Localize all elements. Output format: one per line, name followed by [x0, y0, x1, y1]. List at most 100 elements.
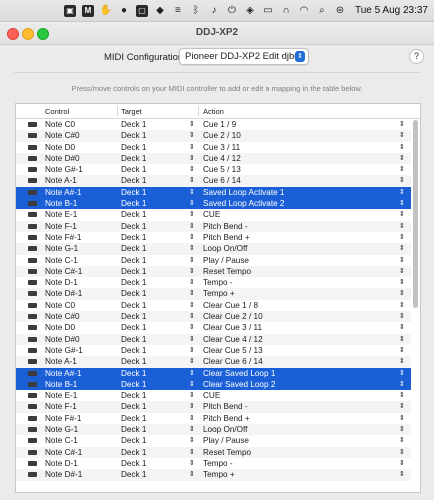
- target-stepper-icon[interactable]: ⇕: [189, 458, 195, 469]
- action-stepper-icon[interactable]: ⇕: [399, 334, 405, 345]
- target-stepper-icon[interactable]: ⇕: [189, 300, 195, 311]
- action-select[interactable]: Saved Loop Activate 1: [203, 187, 284, 198]
- table-row[interactable]: Note F#-1 Deck 1 ⇕ Pitch Bend + ⇕: [16, 232, 411, 243]
- table-row[interactable]: Note D#0 Deck 1 ⇕ Clear Cue 4 / 12 ⇕: [16, 333, 411, 345]
- action-select[interactable]: Clear Saved Loop 2: [203, 379, 275, 390]
- action-stepper-icon[interactable]: ⇕: [399, 469, 405, 480]
- action-select[interactable]: Tempo +: [203, 288, 235, 299]
- target-select[interactable]: Deck 1: [121, 311, 146, 322]
- target-select[interactable]: Deck 1: [121, 345, 146, 356]
- target-stepper-icon[interactable]: ⇕: [189, 209, 195, 220]
- target-stepper-icon[interactable]: ⇕: [189, 356, 195, 367]
- column-header-target[interactable]: Target: [121, 107, 142, 116]
- action-stepper-icon[interactable]: ⇕: [399, 187, 405, 198]
- target-stepper-icon[interactable]: ⇕: [189, 311, 195, 322]
- action-stepper-icon[interactable]: ⇕: [399, 413, 405, 424]
- target-stepper-icon[interactable]: ⇕: [189, 447, 195, 458]
- table-row[interactable]: Note C#0 Deck 1 ⇕ Cue 2 / 10 ⇕: [16, 130, 411, 142]
- table-row[interactable]: Note D#-1 Deck 1 ⇕ Tempo + ⇕: [16, 288, 411, 300]
- action-stepper-icon[interactable]: ⇕: [399, 311, 405, 322]
- action-stepper-icon[interactable]: ⇕: [399, 164, 405, 175]
- target-stepper-icon[interactable]: ⇕: [189, 277, 195, 288]
- drop-icon[interactable]: ◆: [154, 5, 166, 17]
- target-select[interactable]: Deck 1: [121, 277, 146, 288]
- table-row[interactable]: Note E-1 Deck 1 ⇕ CUE ⇕: [16, 209, 411, 220]
- table-row[interactable]: Note A-1 Deck 1 ⇕ Cue 6 / 14 ⇕: [16, 175, 411, 187]
- action-select[interactable]: CUE: [203, 390, 220, 401]
- table-row[interactable]: Note F#-1 Deck 1 ⇕ Pitch Bend + ⇕: [16, 413, 411, 424]
- table-row[interactable]: Note D0 Deck 1 ⇕ Clear Cue 3 / 11 ⇕: [16, 322, 411, 333]
- target-select[interactable]: Deck 1: [121, 164, 146, 175]
- action-select[interactable]: CUE: [203, 209, 220, 220]
- table-row[interactable]: Note D#0 Deck 1 ⇕ Cue 4 / 12 ⇕: [16, 152, 411, 165]
- target-select[interactable]: Deck 1: [121, 209, 146, 220]
- target-select[interactable]: Deck 1: [121, 300, 146, 311]
- target-stepper-icon[interactable]: ⇕: [189, 435, 195, 446]
- action-select[interactable]: Saved Loop Activate 2: [203, 198, 284, 209]
- target-select[interactable]: Deck 1: [121, 435, 146, 446]
- table-row[interactable]: Note C-1 Deck 1 ⇕ Play / Pause ⇕: [16, 435, 411, 446]
- table-row[interactable]: Note A-1 Deck 1 ⇕ Clear Cue 6 / 14 ⇕: [16, 356, 411, 368]
- action-stepper-icon[interactable]: ⇕: [399, 266, 405, 277]
- music-note-icon[interactable]: ♪: [208, 5, 220, 17]
- action-select[interactable]: Pitch Bend +: [203, 232, 250, 243]
- target-stepper-icon[interactable]: ⇕: [189, 142, 195, 153]
- action-stepper-icon[interactable]: ⇕: [399, 458, 405, 469]
- action-select[interactable]: Cue 4 / 12: [203, 153, 241, 164]
- table-row[interactable]: Note D0 Deck 1 ⇕ Cue 3 / 11 ⇕: [16, 142, 411, 153]
- action-stepper-icon[interactable]: ⇕: [399, 255, 405, 266]
- table-row[interactable]: Note G#-1 Deck 1 ⇕ Cue 5 / 13 ⇕: [16, 164, 411, 175]
- action-stepper-icon[interactable]: ⇕: [399, 288, 405, 299]
- target-stepper-icon[interactable]: ⇕: [189, 288, 195, 299]
- action-stepper-icon[interactable]: ⇕: [399, 379, 405, 390]
- action-stepper-icon[interactable]: ⇕: [399, 119, 405, 130]
- hand-icon[interactable]: ✋: [100, 5, 112, 17]
- action-stepper-icon[interactable]: ⇕: [399, 447, 405, 458]
- action-select[interactable]: Clear Cue 4 / 12: [203, 334, 263, 345]
- action-select[interactable]: Play / Pause: [203, 435, 249, 446]
- action-select[interactable]: Cue 5 / 13: [203, 164, 241, 175]
- scrollbar-thumb[interactable]: [413, 120, 418, 308]
- target-stepper-icon[interactable]: ⇕: [189, 345, 195, 356]
- action-stepper-icon[interactable]: ⇕: [399, 209, 405, 220]
- target-stepper-icon[interactable]: ⇕: [189, 187, 195, 198]
- target-stepper-icon[interactable]: ⇕: [189, 334, 195, 345]
- tag-icon[interactable]: ◈: [244, 5, 256, 17]
- action-select[interactable]: Tempo -: [203, 277, 233, 288]
- power-icon[interactable]: ⏻: [226, 5, 238, 17]
- action-select[interactable]: Cue 6 / 14: [203, 175, 241, 186]
- table-row[interactable]: Note F-1 Deck 1 ⇕ Pitch Bend - ⇕: [16, 220, 411, 232]
- target-select[interactable]: Deck 1: [121, 187, 146, 198]
- table-row[interactable]: Note D-1 Deck 1 ⇕ Tempo - ⇕: [16, 277, 411, 288]
- table-row[interactable]: Note C#-1 Deck 1 ⇕ Reset Tempo ⇕: [16, 265, 411, 278]
- target-select[interactable]: Deck 1: [121, 458, 146, 469]
- target-stepper-icon[interactable]: ⇕: [189, 390, 195, 401]
- target-select[interactable]: Deck 1: [121, 130, 146, 141]
- target-stepper-icon[interactable]: ⇕: [189, 424, 195, 435]
- target-stepper-icon[interactable]: ⇕: [189, 469, 195, 480]
- action-select[interactable]: Clear Cue 2 / 10: [203, 311, 263, 322]
- target-select[interactable]: Deck 1: [121, 424, 146, 435]
- action-stepper-icon[interactable]: ⇕: [399, 243, 405, 254]
- table-row[interactable]: Note C0 Deck 1 ⇕ Cue 1 / 9 ⇕: [16, 119, 411, 130]
- vertical-scrollbar[interactable]: [413, 120, 419, 490]
- action-select[interactable]: Clear Cue 1 / 8: [203, 300, 258, 311]
- target-select[interactable]: Deck 1: [121, 221, 146, 232]
- table-row[interactable]: Note F-1 Deck 1 ⇕ Pitch Bend - ⇕: [16, 401, 411, 413]
- action-select[interactable]: Tempo -: [203, 458, 233, 469]
- action-stepper-icon[interactable]: ⇕: [399, 435, 405, 446]
- wifi-icon[interactable]: ◠: [298, 5, 310, 17]
- target-stepper-icon[interactable]: ⇕: [189, 175, 195, 186]
- table-row[interactable]: Note C#-1 Deck 1 ⇕ Reset Tempo ⇕: [16, 446, 411, 458]
- table-row[interactable]: Note E-1 Deck 1 ⇕ CUE ⇕: [16, 390, 411, 401]
- target-stepper-icon[interactable]: ⇕: [189, 130, 195, 141]
- target-stepper-icon[interactable]: ⇕: [189, 221, 195, 232]
- headphones-icon[interactable]: ∩: [280, 5, 292, 17]
- target-stepper-icon[interactable]: ⇕: [189, 266, 195, 277]
- action-stepper-icon[interactable]: ⇕: [399, 221, 405, 232]
- help-button[interactable]: ?: [409, 49, 424, 64]
- target-stepper-icon[interactable]: ⇕: [189, 119, 195, 130]
- target-select[interactable]: Deck 1: [121, 142, 146, 153]
- table-row[interactable]: Note A#-1 Deck 1 ⇕ Saved Loop Activate 1 ⇕: [16, 186, 411, 199]
- search-icon[interactable]: ⌕: [316, 5, 328, 17]
